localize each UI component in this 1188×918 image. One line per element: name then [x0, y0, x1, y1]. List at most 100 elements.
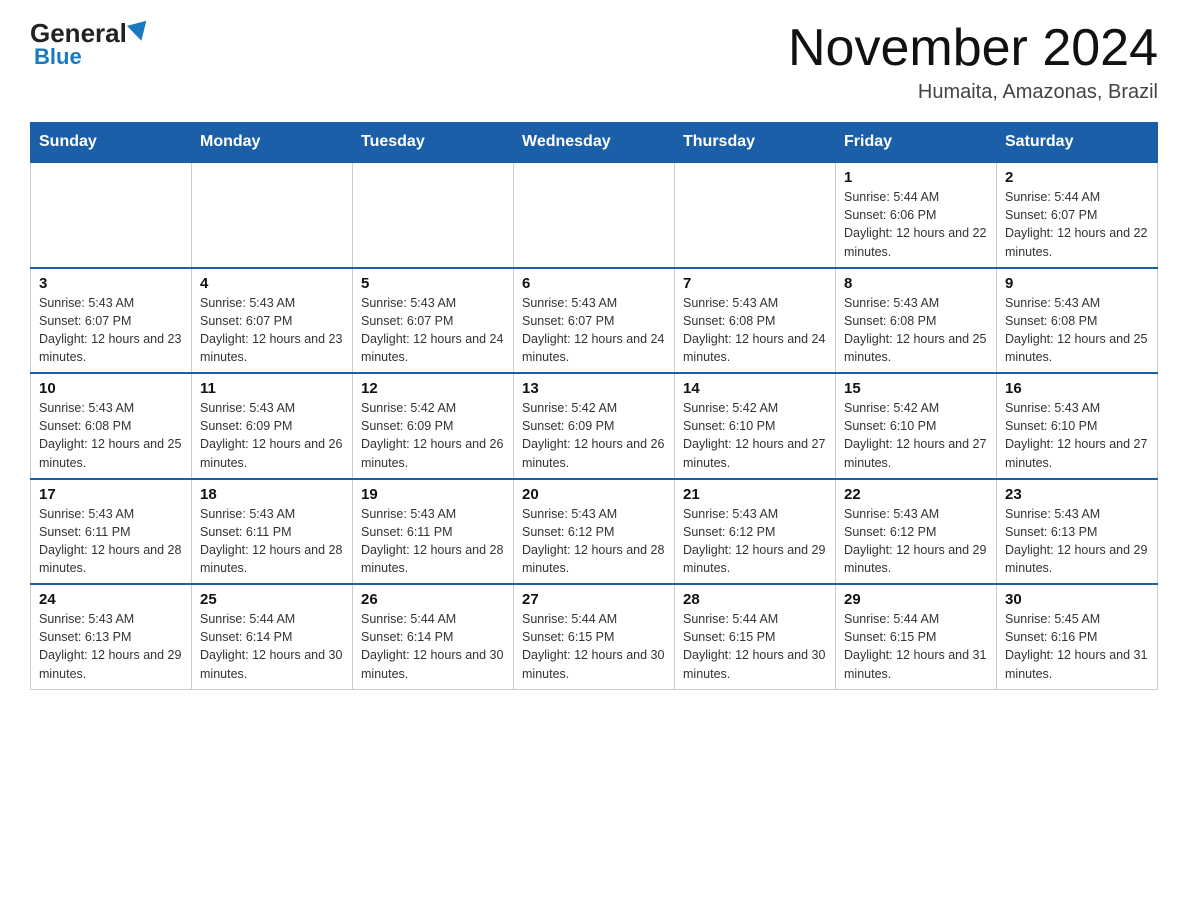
header-row: SundayMondayTuesdayWednesdayThursdayFrid… [31, 123, 1158, 163]
day-number: 17 [39, 486, 183, 503]
day-info: Sunrise: 5:43 AMSunset: 6:08 PMDaylight:… [1005, 294, 1149, 367]
calendar-cell: 20 Sunrise: 5:43 AMSunset: 6:12 PMDayligh… [514, 479, 675, 585]
day-info: Sunrise: 5:43 AMSunset: 6:08 PMDaylight:… [683, 294, 827, 367]
header-sunday: Sunday [31, 123, 192, 163]
calendar-cell: 6 Sunrise: 5:43 AMSunset: 6:07 PMDaylight… [514, 268, 675, 374]
day-number: 19 [361, 486, 505, 503]
day-info: Sunrise: 5:44 AMSunset: 6:14 PMDaylight:… [361, 610, 505, 683]
calendar-cell [353, 162, 514, 268]
day-number: 15 [844, 380, 988, 397]
day-number: 23 [1005, 486, 1149, 503]
day-number: 28 [683, 591, 827, 608]
day-info: Sunrise: 5:44 AMSunset: 6:15 PMDaylight:… [522, 610, 666, 683]
logo-triangle-icon [127, 21, 151, 44]
day-number: 22 [844, 486, 988, 503]
month-title: November 2024 [788, 20, 1158, 77]
calendar-cell: 24Sunrise: 5:43 AMSunset: 6:13 PMDayligh… [31, 584, 192, 689]
logo-general: General [30, 20, 127, 46]
calendar-cell: 13Sunrise: 5:42 AMSunset: 6:09 PMDayligh… [514, 373, 675, 479]
day-info: Sunrise: 5:43 AMSunset: 6:07 PMDaylight:… [522, 294, 666, 367]
day-number: 13 [522, 380, 666, 397]
day-info: Sunrise: 5:43 AMSunset: 6:09 PMDaylight:… [200, 399, 344, 472]
calendar-table: SundayMondayTuesdayWednesdayThursdayFrid… [30, 122, 1158, 690]
week-row-2: 10Sunrise: 5:43 AMSunset: 6:08 PMDayligh… [31, 373, 1158, 479]
calendar-header: SundayMondayTuesdayWednesdayThursdayFrid… [31, 123, 1158, 163]
day-number: 24 [39, 591, 183, 608]
day-number: 26 [361, 591, 505, 608]
calendar-cell: 19 Sunrise: 5:43 AMSunset: 6:11 PMDayligh… [353, 479, 514, 585]
logo-blue: Blue [34, 44, 82, 70]
calendar-cell: 21 Sunrise: 5:43 AMSunset: 6:12 PMDayligh… [675, 479, 836, 585]
day-info: Sunrise: 5:43 AMSunset: 6:12 PMDaylight:… [522, 505, 666, 578]
calendar-cell: 30 Sunrise: 5:45 AMSunset: 6:16 PMDayligh… [997, 584, 1158, 689]
title-area: November 2024 Humaita, Amazonas, Brazil [788, 20, 1158, 104]
day-number: 27 [522, 591, 666, 608]
day-info: Sunrise: 5:44 AMSunset: 6:15 PMDaylight:… [683, 610, 827, 683]
calendar-cell: 7 Sunrise: 5:43 AMSunset: 6:08 PMDaylight… [675, 268, 836, 374]
day-number: 5 [361, 275, 505, 292]
calendar-cell [192, 162, 353, 268]
header-friday: Friday [836, 123, 997, 163]
day-number: 25 [200, 591, 344, 608]
calendar-cell: 22Sunrise: 5:43 AMSunset: 6:12 PMDayligh… [836, 479, 997, 585]
day-number: 30 [1005, 591, 1149, 608]
calendar-cell: 16Sunrise: 5:43 AMSunset: 6:10 PMDayligh… [997, 373, 1158, 479]
header-monday: Monday [192, 123, 353, 163]
day-number: 6 [522, 275, 666, 292]
day-number: 7 [683, 275, 827, 292]
header-saturday: Saturday [997, 123, 1158, 163]
calendar-cell: 8Sunrise: 5:43 AMSunset: 6:08 PMDaylight… [836, 268, 997, 374]
day-info: Sunrise: 5:42 AMSunset: 6:10 PMDaylight:… [683, 399, 827, 472]
header: General Blue November 2024 Humaita, Amaz… [30, 20, 1158, 104]
day-number: 29 [844, 591, 988, 608]
day-info: Sunrise: 5:43 AMSunset: 6:07 PMDaylight:… [39, 294, 183, 367]
day-info: Sunrise: 5:43 AMSunset: 6:07 PMDaylight:… [361, 294, 505, 367]
calendar-cell: 10Sunrise: 5:43 AMSunset: 6:08 PMDayligh… [31, 373, 192, 479]
day-info: Sunrise: 5:44 AMSunset: 6:07 PMDaylight:… [1005, 188, 1149, 261]
header-wednesday: Wednesday [514, 123, 675, 163]
day-number: 21 [683, 486, 827, 503]
day-number: 1 [844, 169, 988, 186]
day-number: 9 [1005, 275, 1149, 292]
calendar-cell: 23 Sunrise: 5:43 AMSunset: 6:13 PMDayligh… [997, 479, 1158, 585]
calendar-cell: 9 Sunrise: 5:43 AMSunset: 6:08 PMDaylight… [997, 268, 1158, 374]
day-info: Sunrise: 5:43 AMSunset: 6:11 PMDaylight:… [200, 505, 344, 578]
location-subtitle: Humaita, Amazonas, Brazil [788, 81, 1158, 104]
logo: General Blue [30, 20, 149, 70]
week-row-3: 17 Sunrise: 5:43 AMSunset: 6:11 PMDayligh… [31, 479, 1158, 585]
calendar-cell: 3 Sunrise: 5:43 AMSunset: 6:07 PMDaylight… [31, 268, 192, 374]
calendar-cell: 29 Sunrise: 5:44 AMSunset: 6:15 PMDayligh… [836, 584, 997, 689]
calendar-cell: 14 Sunrise: 5:42 AMSunset: 6:10 PMDayligh… [675, 373, 836, 479]
day-info: Sunrise: 5:44 AMSunset: 6:14 PMDaylight:… [200, 610, 344, 683]
header-tuesday: Tuesday [353, 123, 514, 163]
logo-text: General [30, 20, 149, 46]
week-row-1: 3 Sunrise: 5:43 AMSunset: 6:07 PMDaylight… [31, 268, 1158, 374]
day-info: Sunrise: 5:43 AMSunset: 6:12 PMDaylight:… [683, 505, 827, 578]
calendar-cell: 18 Sunrise: 5:43 AMSunset: 6:11 PMDayligh… [192, 479, 353, 585]
calendar-cell: 25 Sunrise: 5:44 AMSunset: 6:14 PMDayligh… [192, 584, 353, 689]
day-number: 12 [361, 380, 505, 397]
calendar-cell: 2 Sunrise: 5:44 AMSunset: 6:07 PMDaylight… [997, 162, 1158, 268]
day-info: Sunrise: 5:44 AMSunset: 6:15 PMDaylight:… [844, 610, 988, 683]
calendar-cell: 15Sunrise: 5:42 AMSunset: 6:10 PMDayligh… [836, 373, 997, 479]
calendar-cell: 4Sunrise: 5:43 AMSunset: 6:07 PMDaylight… [192, 268, 353, 374]
day-number: 2 [1005, 169, 1149, 186]
day-info: Sunrise: 5:43 AMSunset: 6:11 PMDaylight:… [39, 505, 183, 578]
calendar-cell [31, 162, 192, 268]
day-number: 3 [39, 275, 183, 292]
header-thursday: Thursday [675, 123, 836, 163]
day-number: 14 [683, 380, 827, 397]
calendar-body: 1 Sunrise: 5:44 AMSunset: 6:06 PMDaylight… [31, 162, 1158, 689]
day-info: Sunrise: 5:43 AMSunset: 6:13 PMDaylight:… [1005, 505, 1149, 578]
day-number: 18 [200, 486, 344, 503]
calendar-cell: 27 Sunrise: 5:44 AMSunset: 6:15 PMDayligh… [514, 584, 675, 689]
day-info: Sunrise: 5:45 AMSunset: 6:16 PMDaylight:… [1005, 610, 1149, 683]
day-info: Sunrise: 5:43 AMSunset: 6:11 PMDaylight:… [361, 505, 505, 578]
day-info: Sunrise: 5:44 AMSunset: 6:06 PMDaylight:… [844, 188, 988, 261]
day-number: 16 [1005, 380, 1149, 397]
week-row-0: 1 Sunrise: 5:44 AMSunset: 6:06 PMDaylight… [31, 162, 1158, 268]
calendar-cell: 17 Sunrise: 5:43 AMSunset: 6:11 PMDayligh… [31, 479, 192, 585]
calendar-cell [514, 162, 675, 268]
day-number: 20 [522, 486, 666, 503]
day-number: 10 [39, 380, 183, 397]
